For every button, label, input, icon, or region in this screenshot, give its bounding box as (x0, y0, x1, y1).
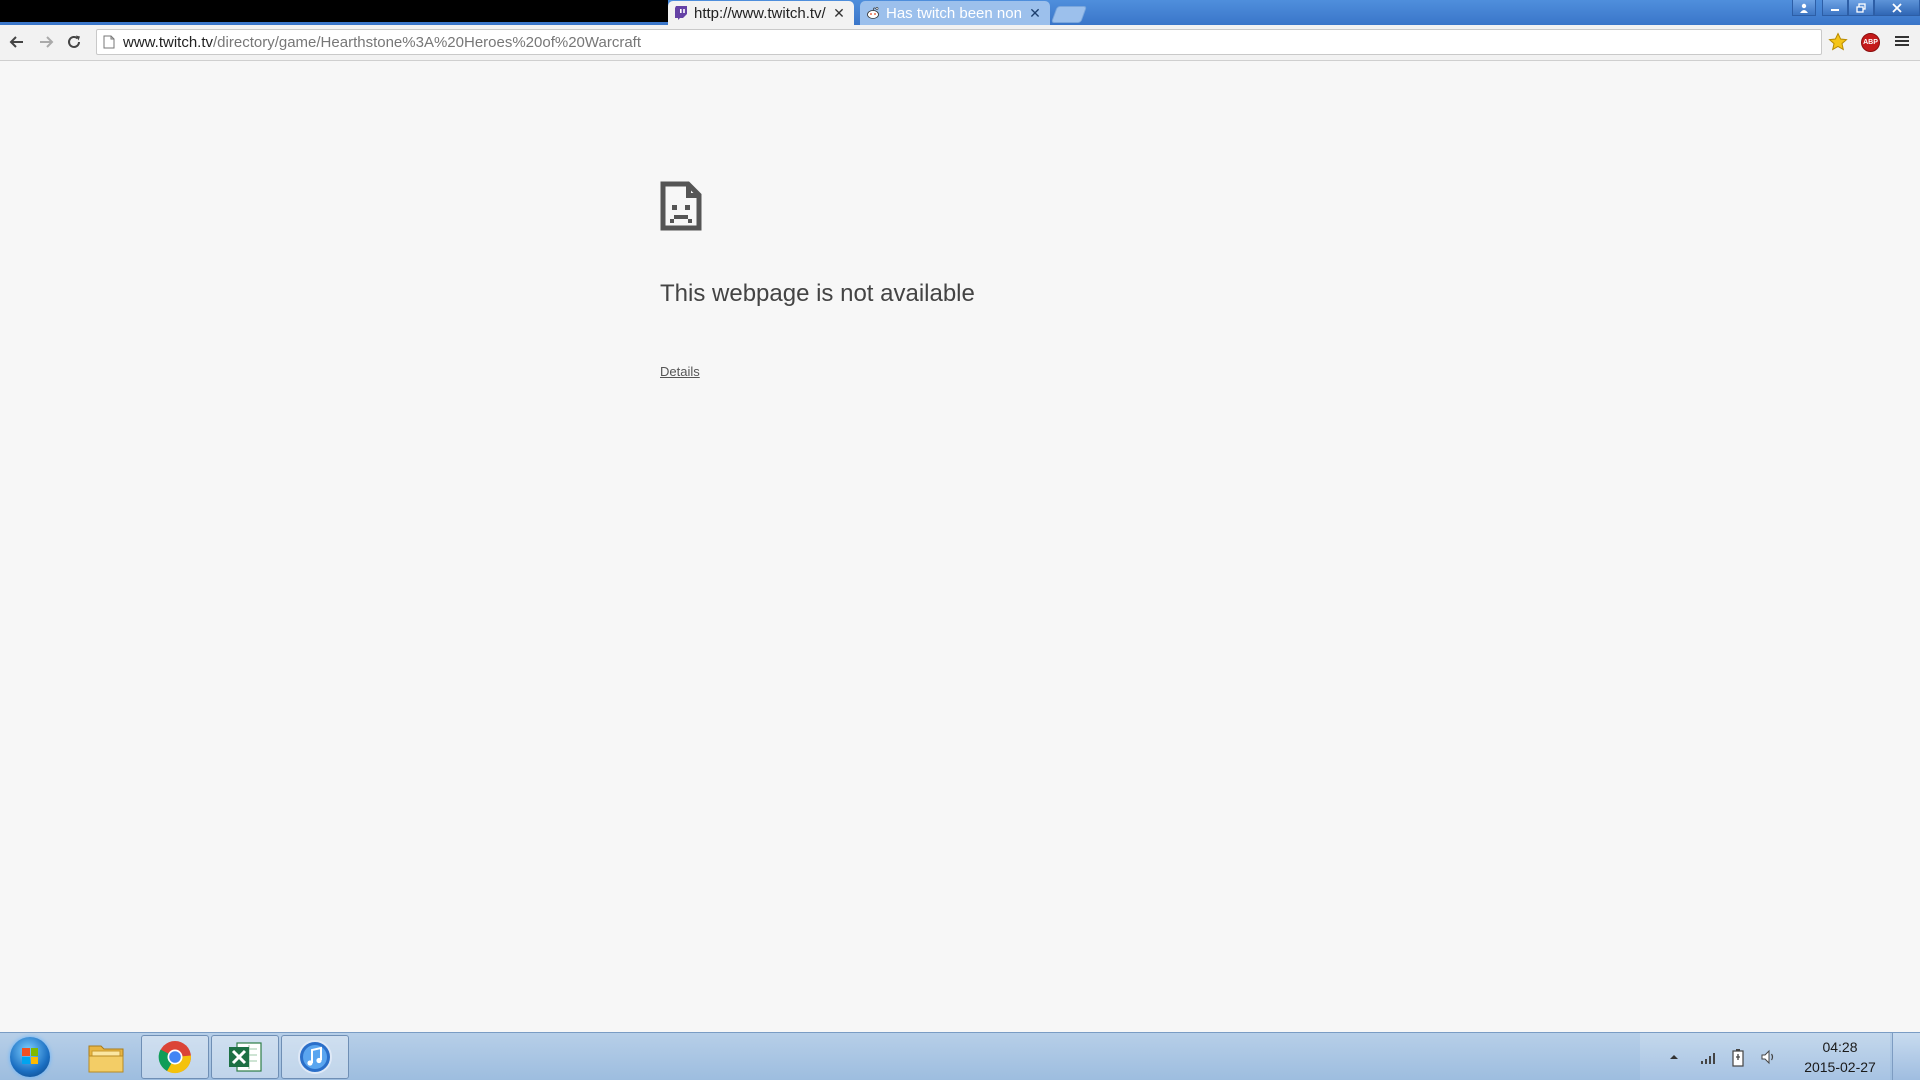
chrome-icon (158, 1041, 191, 1074)
taskbar-chrome[interactable] (141, 1035, 209, 1079)
file-explorer-icon (88, 1045, 124, 1073)
minimize-icon (1831, 8, 1839, 11)
battery-power-icon[interactable] (1728, 1047, 1748, 1067)
browser-toolbar: www.twitch.tv/directory/game/Hearthstone… (0, 25, 1920, 61)
url-path: /directory/game/Hearthstone%3A%20Heroes%… (213, 33, 641, 51)
clock-time: 04:28 (1822, 1039, 1858, 1055)
clock-date: 2015-02-27 (1804, 1059, 1876, 1075)
sad-page-icon (660, 181, 702, 231)
forward-arrow-icon (40, 36, 54, 48)
new-tab-button[interactable] (1050, 6, 1088, 23)
back-arrow-icon (9, 36, 23, 48)
user-icon (1800, 3, 1808, 13)
twitch-icon (674, 6, 688, 20)
show-desktop-button[interactable] (1892, 1033, 1920, 1080)
tab-title: http://www.twitch.tv/ (694, 4, 826, 22)
page-icon (103, 35, 115, 49)
bookmark-star-icon[interactable] (1828, 32, 1850, 54)
chrome-menu-icon[interactable] (1894, 34, 1910, 50)
restore-icon (1856, 2, 1866, 13)
system-clock[interactable]: 04:28 2015-02-27 (1790, 1037, 1890, 1077)
browser-titlebar: http://www.twitch.tv/ ✕ Has twitch been … (0, 0, 1920, 25)
tab-title: Has twitch been non (886, 4, 1022, 22)
close-window-button[interactable] (1874, 0, 1920, 16)
tab-reddit[interactable]: Has twitch been non ✕ (860, 1, 1050, 25)
close-icon (1892, 2, 1902, 13)
minimize-button[interactable] (1822, 0, 1848, 16)
redacted-region (0, 0, 668, 22)
network-signal-icon[interactable] (1699, 1047, 1719, 1067)
tab-twitch[interactable]: http://www.twitch.tv/ ✕ (668, 1, 854, 25)
reload-button[interactable] (63, 31, 85, 53)
error-title: This webpage is not available (660, 280, 975, 307)
tab-close-icon[interactable]: ✕ (832, 5, 846, 22)
itunes-icon (298, 1040, 332, 1074)
address-bar[interactable]: www.twitch.tv/directory/game/Hearthstone… (96, 29, 1822, 55)
volume-icon[interactable] (1759, 1047, 1779, 1067)
taskbar-explorer[interactable] (72, 1035, 140, 1079)
start-button[interactable] (10, 1037, 50, 1077)
url-host: www.twitch.tv (123, 33, 214, 51)
reload-icon (68, 35, 80, 48)
restore-button[interactable] (1848, 0, 1874, 16)
taskbar-itunes[interactable] (281, 1035, 349, 1079)
reddit-icon (866, 6, 880, 20)
tab-close-icon[interactable]: ✕ (1028, 5, 1042, 22)
back-button[interactable] (6, 31, 28, 53)
windows-taskbar: 04:28 2015-02-27 (0, 1032, 1920, 1080)
show-hidden-icons-icon[interactable] (1664, 1047, 1684, 1067)
windows-logo-icon (22, 1048, 38, 1064)
user-profile-button[interactable] (1792, 0, 1816, 16)
details-link[interactable]: Details (660, 364, 700, 379)
excel-icon (229, 1042, 262, 1072)
adblock-plus-icon[interactable]: ABP (1861, 33, 1880, 52)
taskbar-excel[interactable] (211, 1035, 279, 1079)
forward-button[interactable] (35, 31, 57, 53)
